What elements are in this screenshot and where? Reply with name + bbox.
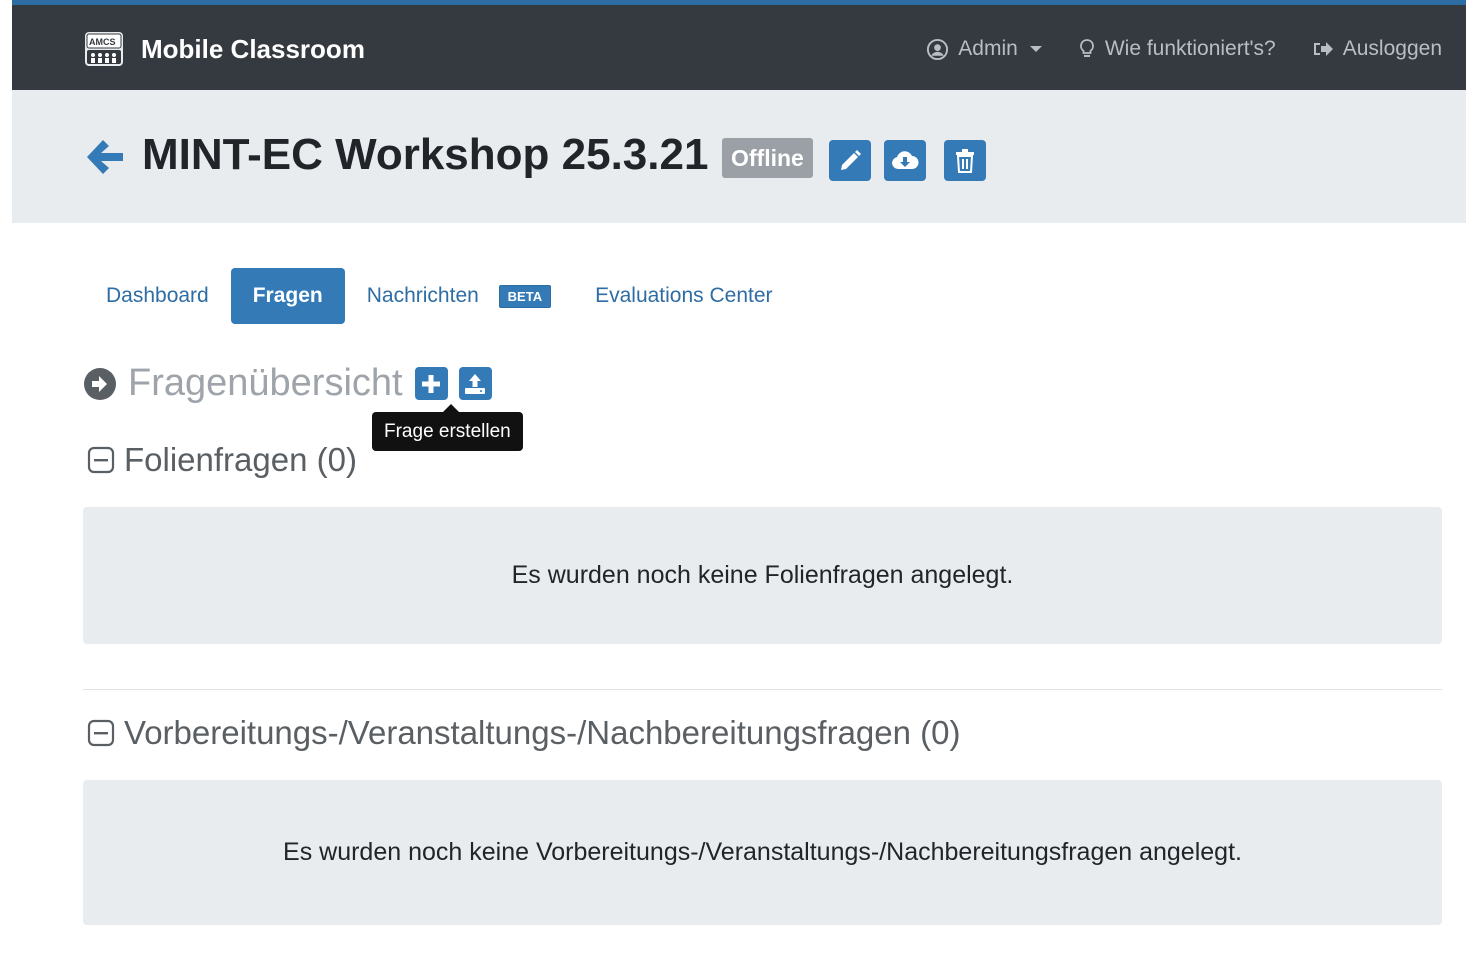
status-badge: Offline [722,138,813,178]
minus-square-icon [87,446,115,474]
edit-button[interactable] [829,140,871,181]
help-link[interactable]: Wie funktioniert's? [1078,37,1276,61]
empty-folienfragen-box: Es wurden noch keine Folienfragen angele… [83,507,1442,644]
group-phase-questions-toggle[interactable]: Vorbereitungs-/Veranstaltungs-/Nachberei… [87,714,961,752]
download-button[interactable] [884,140,926,181]
empty-phase-questions-text: Es wurden noch keine Vorbereitungs-/Vera… [283,838,1242,866]
arrow-circle-right-icon [84,367,116,400]
logo-icon: AMCS [85,32,123,66]
page-title: MINT-EC Workshop 25.3.21 [142,130,709,179]
user-menu-dropdown[interactable]: Admin [926,37,1042,61]
logout-label: Ausloggen [1342,37,1442,60]
user-circle-icon [927,38,949,60]
tab-fragen[interactable]: Fragen [230,268,345,324]
beta-badge: BETA [498,284,552,308]
brand-link[interactable]: AMCS Mobile Classroom [84,31,365,67]
delete-button[interactable] [944,140,986,181]
upload-icon [465,373,486,394]
page-header: MINT-EC Workshop 25.3.21 Offline [12,90,1466,223]
chevron-down-icon [1029,46,1042,52]
plus-icon [422,374,441,393]
tab-nachrichten[interactable]: Nachrichten BETA [345,268,573,324]
logo-text: AMCS [89,37,116,47]
upload-question-button[interactable] [458,367,492,400]
section-divider [83,689,1442,690]
user-menu-label: Admin [958,37,1018,60]
tab-bar: Dashboard Fragen Nachrichten BETA Evalua… [84,268,795,324]
pencil-icon [841,149,861,170]
tab-dashboard[interactable]: Dashboard [84,268,231,324]
lightbulb-icon [1079,39,1094,57]
logout-link[interactable]: Ausloggen [1312,37,1442,61]
empty-folienfragen-text: Es wurden noch keine Folienfragen angele… [511,561,1014,589]
group-folienfragen-toggle[interactable]: Folienfragen (0) [87,441,357,479]
navbar: AMCS Mobile Classroom Admin Wie funktion… [12,5,1466,90]
brand-name: Mobile Classroom [141,33,365,64]
group-phase-questions-title: Vorbereitungs-/Veranstaltungs-/Nachberei… [124,714,961,751]
group-folienfragen-title: Folienfragen (0) [124,441,357,478]
tab-nachrichten-label: Nachrichten [366,284,479,307]
trash-icon [956,148,974,173]
add-question-tooltip: Frage erstellen [372,404,523,451]
empty-phase-questions-box: Es wurden noch keine Vorbereitungs-/Vera… [83,780,1442,925]
add-question-button[interactable] [414,367,448,400]
help-label: Wie funktioniert's? [1104,37,1276,60]
overview-heading: Fragenübersicht [83,362,492,405]
app-window: AMCS Mobile Classroom Admin Wie funktion… [12,0,1466,966]
sign-out-icon [1313,42,1333,56]
cloud-download-icon [892,150,919,169]
minus-square-icon [87,719,115,747]
tab-evaluations-center[interactable]: Evaluations Center [573,268,794,324]
overview-title: Fragenübersicht [128,362,403,404]
arrow-left-icon[interactable] [83,137,125,177]
